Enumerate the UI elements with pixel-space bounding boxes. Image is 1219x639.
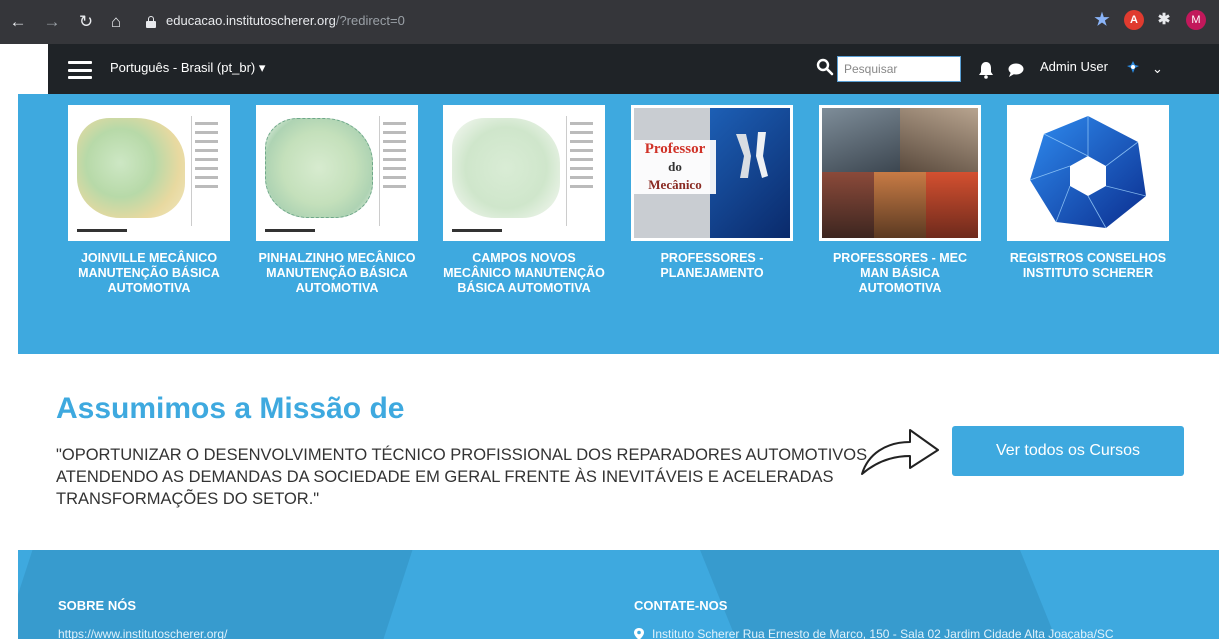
profile-avatar[interactable]: M (1186, 10, 1206, 30)
course-title[interactable]: PROFESSORES - PLANEJAMENTO (631, 251, 793, 281)
thumb-text-line: Mecânico (648, 177, 702, 192)
map-scale-bar (452, 229, 502, 232)
mission-heading: Assumimos a Missão de (56, 392, 405, 425)
curved-arrow-icon (861, 429, 939, 475)
map-image (452, 118, 560, 218)
wrench-icon (736, 132, 768, 178)
reload-icon[interactable]: ↻ (76, 12, 96, 32)
home-icon[interactable]: ⌂ (106, 12, 126, 32)
course-card-professores-mec[interactable]: PROFESSORES - MEC MAN BÁSICA AUTOMOTIVA (819, 105, 981, 296)
lock-icon (146, 16, 156, 28)
map-pin-icon (634, 628, 644, 639)
course-card-professores-planejamento[interactable]: Professor do Mecânico PROFESSORES - PLAN… (631, 105, 793, 281)
course-thumbnail-map[interactable] (256, 105, 418, 241)
course-thumbnail-map[interactable] (68, 105, 230, 241)
map-legend (566, 116, 596, 226)
photo-tile (874, 172, 926, 238)
chat-icon[interactable] (1008, 63, 1024, 77)
course-title[interactable]: PROFESSORES - MEC MAN BÁSICA AUTOMOTIVA (819, 251, 981, 296)
url-host: educacao.institutoscherer.org (166, 13, 336, 28)
site-navbar: Português - Brasil (pt_br) ▾ Admin User … (48, 44, 1219, 94)
thumb-text-line: do (668, 159, 682, 174)
bookmark-star-icon[interactable]: ★ (1092, 10, 1112, 30)
address-bar[interactable]: educacao.institutoscherer.org/?redirect=… (140, 6, 1219, 38)
course-carousel: JOINVILLE MECÂNICO MANUTENÇÃO BÁSICA AUT… (18, 94, 1219, 354)
course-thumbnail-photo-collage[interactable] (819, 105, 981, 241)
photo-tile (900, 108, 978, 172)
search-icon[interactable] (816, 58, 834, 76)
course-thumbnail-professor[interactable]: Professor do Mecânico (631, 105, 793, 241)
professor-do-mecanico-label: Professor do Mecânico (634, 140, 716, 194)
chevron-down-icon[interactable]: ⌄ (1152, 61, 1163, 77)
map-scale-bar (265, 229, 315, 232)
back-arrow-icon[interactable]: ← (8, 12, 28, 32)
footer-background-texture (700, 550, 1056, 639)
footer-background-texture (18, 550, 413, 639)
course-thumbnail-network-logo[interactable] (1007, 105, 1169, 241)
course-title[interactable]: PINHALZINHO MECÂNICO MANUTENÇÃO BÁSICA A… (256, 251, 418, 296)
language-selector[interactable]: Português - Brasil (pt_br) ▾ (110, 60, 265, 76)
bell-icon[interactable] (978, 61, 994, 79)
course-title[interactable]: JOINVILLE MECÂNICO MANUTENÇÃO BÁSICA AUT… (68, 251, 230, 296)
pdf-extension-icon[interactable]: A (1124, 10, 1144, 30)
map-image (77, 118, 185, 218)
photo-tile (822, 172, 874, 238)
photo-tile (822, 108, 900, 172)
view-all-courses-button[interactable]: Ver todos os Cursos (952, 426, 1184, 476)
about-link[interactable]: https://www.institutoscherer.org/ (58, 627, 227, 639)
site-footer: SOBRE NÓS https://www.institutoscherer.o… (18, 550, 1219, 639)
map-legend (379, 116, 409, 226)
menu-icon[interactable] (68, 61, 92, 79)
course-thumbnail-map[interactable] (443, 105, 605, 241)
course-card-pinhalzinho[interactable]: PINHALZINHO MECÂNICO MANUTENÇÃO BÁSICA A… (256, 105, 418, 296)
url-text[interactable]: educacao.institutoscherer.org/?redirect=… (166, 13, 405, 28)
url-path: /?redirect=0 (335, 13, 405, 28)
forward-arrow-icon[interactable]: → (42, 12, 62, 32)
course-card-campos-novos[interactable]: CAMPOS NOVOS MECÂNICO MANUTENÇÃO BÁSICA … (443, 105, 605, 296)
map-image (265, 118, 373, 218)
course-title[interactable]: CAMPOS NOVOS MECÂNICO MANUTENÇÃO BÁSICA … (443, 251, 605, 296)
search-input[interactable] (837, 56, 961, 82)
mission-statement: "OPORTUNIZAR O DESENVOLVIMENTO TÉCNICO P… (56, 446, 868, 508)
contact-address: Instituto Scherer Rua Ernesto de Marco, … (652, 627, 1114, 639)
course-title[interactable]: REGISTROS CONSELHOS INSTITUTO SCHERER (1007, 251, 1169, 281)
thumb-text-line: Professor (644, 141, 706, 157)
user-avatar-icon[interactable] (1126, 60, 1140, 74)
user-name[interactable]: Admin User (1040, 59, 1108, 74)
contact-heading: CONTATE-NOS (634, 598, 728, 613)
browser-toolbar: ← → ↻ ⌂ educacao.institutoscherer.org/?r… (0, 0, 1219, 44)
language-label: Português - Brasil (pt_br) (110, 60, 256, 75)
course-card-joinville[interactable]: JOINVILLE MECÂNICO MANUTENÇÃO BÁSICA AUT… (68, 105, 230, 296)
map-scale-bar (77, 229, 127, 232)
course-card-registros-conselhos[interactable]: REGISTROS CONSELHOS INSTITUTO SCHERER (1007, 105, 1169, 281)
map-legend (191, 116, 221, 226)
about-heading: SOBRE NÓS (58, 598, 137, 613)
caret-down-icon: ▾ (258, 60, 266, 75)
blue-network-logo-image (1029, 116, 1147, 229)
extensions-puzzle-icon[interactable]: ✱ (1154, 10, 1174, 30)
photo-tile (926, 172, 978, 238)
